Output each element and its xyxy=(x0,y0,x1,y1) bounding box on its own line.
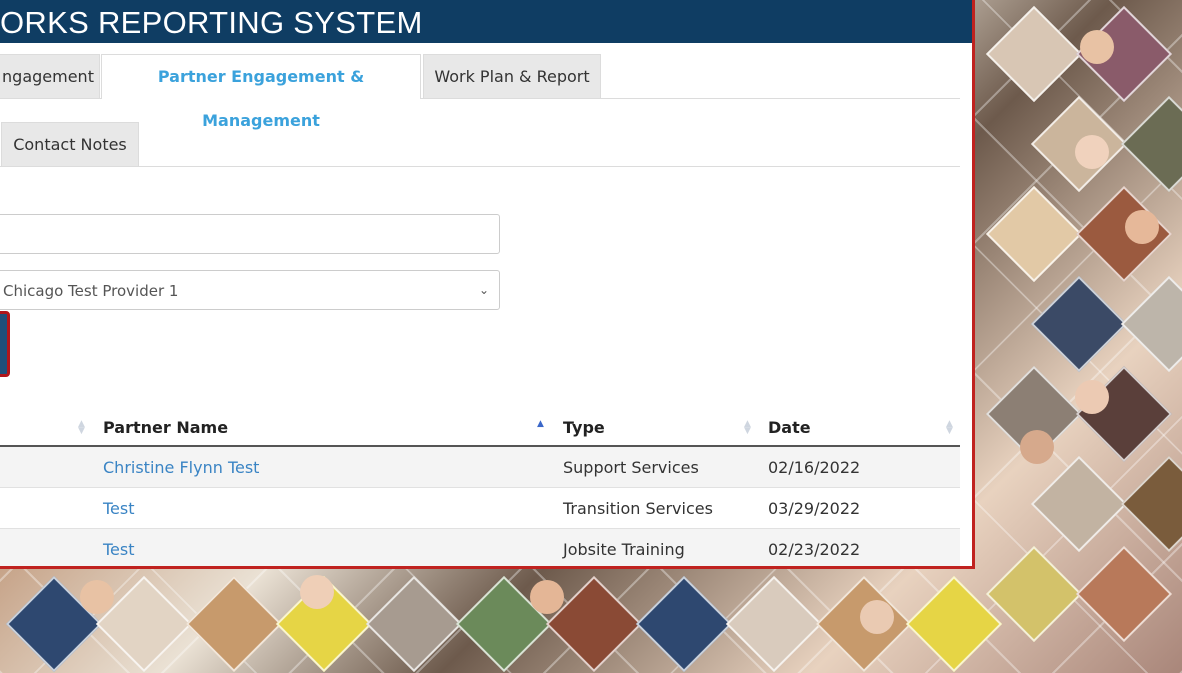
app-title: ORKS REPORTING SYSTEM xyxy=(0,0,972,43)
tab-engagement[interactable]: ngagement xyxy=(0,54,100,98)
type-cell: Jobsite Training xyxy=(563,540,685,559)
table-header: ▲ ▼ Partner Name ▲ ▼ Type ▲ ▼ Date ▲ ▼ xyxy=(0,412,960,447)
partner-table: ▲ ▼ Partner Name ▲ ▼ Type ▲ ▼ Date ▲ ▼ Chris… xyxy=(0,412,960,566)
date-cell: 03/29/2022 xyxy=(768,499,861,518)
action-button[interactable] xyxy=(0,311,10,377)
partner-name-link[interactable]: Christine Flynn Test xyxy=(103,458,259,477)
tab-partner-engagement-management[interactable]: Partner Engagement & Management xyxy=(101,54,421,130)
sort-icon[interactable]: ▲ ▼ xyxy=(744,420,751,436)
date-cell: 02/23/2022 xyxy=(768,540,861,559)
sort-icon[interactable]: ▲ ▼ xyxy=(946,420,953,436)
sub-tabs: Contact Notes xyxy=(0,122,960,167)
tab-contact-notes[interactable]: Contact Notes xyxy=(1,122,139,166)
partner-name-link[interactable]: Test xyxy=(103,540,135,559)
sort-icon[interactable]: ▲ ▼ xyxy=(78,420,85,436)
main-tabs: ngagement Partner Engagement & Managemen… xyxy=(0,54,960,130)
table-row: Test Transition Services 03/29/2022 xyxy=(0,488,960,529)
table-row: Christine Flynn Test Support Services 02… xyxy=(0,447,960,488)
provider-select[interactable]: Chicago Test Provider 1 ⌄ xyxy=(0,270,500,310)
partner-name-link[interactable]: Test xyxy=(103,499,135,518)
date-cell: 02/16/2022 xyxy=(768,458,861,477)
column-header-type[interactable]: Type xyxy=(563,418,605,437)
provider-select-value: Chicago Test Provider 1 xyxy=(3,282,179,300)
chevron-down-icon: ⌄ xyxy=(478,283,489,297)
column-header-partner-name[interactable]: Partner Name xyxy=(103,418,228,437)
text-input[interactable] xyxy=(0,214,500,254)
app-window: ORKS REPORTING SYSTEM ngagement Partner … xyxy=(0,0,975,569)
table-row: Test Jobsite Training 02/23/2022 xyxy=(0,529,960,566)
type-cell: Support Services xyxy=(563,458,699,477)
column-header-date[interactable]: Date xyxy=(768,418,811,437)
tab-work-plan-report[interactable]: Work Plan & Report xyxy=(423,54,601,98)
type-cell: Transition Services xyxy=(563,499,713,518)
sort-asc-icon[interactable]: ▲ ▼ xyxy=(537,420,544,436)
